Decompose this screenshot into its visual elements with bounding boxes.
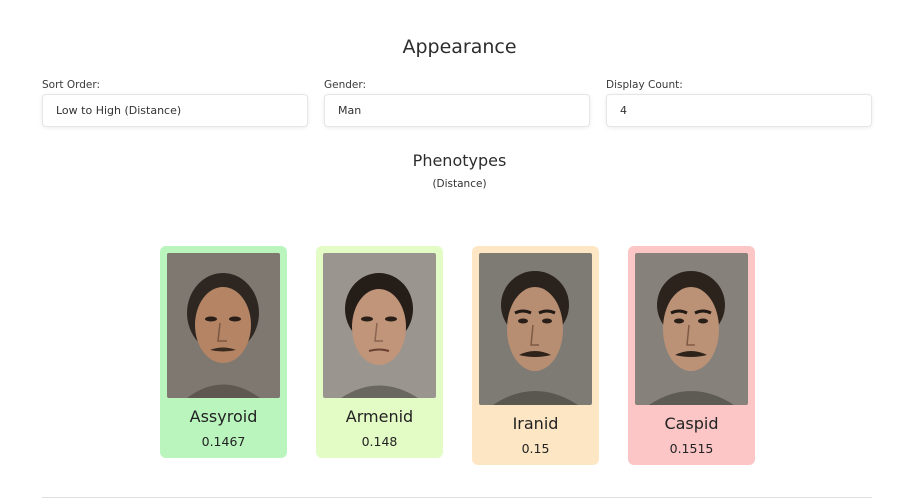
display-count-label: Display Count: bbox=[606, 79, 683, 91]
phenotype-card[interactable]: Iranid 0.15 bbox=[472, 246, 599, 465]
phenotype-card[interactable]: Caspid 0.1515 bbox=[628, 246, 755, 465]
display-count-input[interactable]: 4 bbox=[606, 94, 872, 127]
phenotype-card[interactable]: Assyroid 0.1467 bbox=[160, 246, 287, 458]
phenotype-name: Assyroid bbox=[189, 407, 258, 426]
phenotype-distance: 0.1467 bbox=[201, 434, 246, 449]
face-image-icon bbox=[167, 253, 280, 398]
face-photo bbox=[635, 253, 748, 405]
sort-order-select[interactable]: Low to High (Distance) bbox=[42, 94, 308, 127]
phenotype-distance: 0.1515 bbox=[669, 441, 714, 456]
phenotype-distance: 0.15 bbox=[521, 441, 550, 456]
page-title: Appearance bbox=[402, 36, 517, 58]
phenotype-name: Caspid bbox=[664, 414, 719, 433]
face-image-icon bbox=[323, 253, 436, 398]
sort-order-label: Sort Order: bbox=[42, 79, 101, 91]
face-photo bbox=[479, 253, 592, 405]
face-photo bbox=[323, 253, 436, 398]
face-image-icon bbox=[635, 253, 748, 405]
phenotype-name: Armenid bbox=[345, 407, 414, 426]
display-count-field: Display Count: 4 bbox=[606, 79, 872, 127]
page: Appearance Sort Order: Low to High (Dist… bbox=[0, 0, 919, 500]
face-photo bbox=[167, 253, 280, 398]
phenotypes-title: Phenotypes bbox=[412, 151, 507, 170]
phenotype-name: Iranid bbox=[512, 414, 559, 433]
sort-order-field: Sort Order: Low to High (Distance) bbox=[42, 79, 308, 127]
gender-field: Gender: Man bbox=[324, 79, 590, 127]
phenotype-card[interactable]: Armenid 0.148 bbox=[316, 246, 443, 458]
gender-label: Gender: bbox=[324, 79, 367, 91]
phenotype-distance: 0.148 bbox=[361, 434, 398, 449]
divider bbox=[42, 497, 872, 498]
gender-select[interactable]: Man bbox=[324, 94, 590, 127]
phenotypes-caption: (Distance) bbox=[432, 178, 487, 190]
face-image-icon bbox=[479, 253, 592, 405]
